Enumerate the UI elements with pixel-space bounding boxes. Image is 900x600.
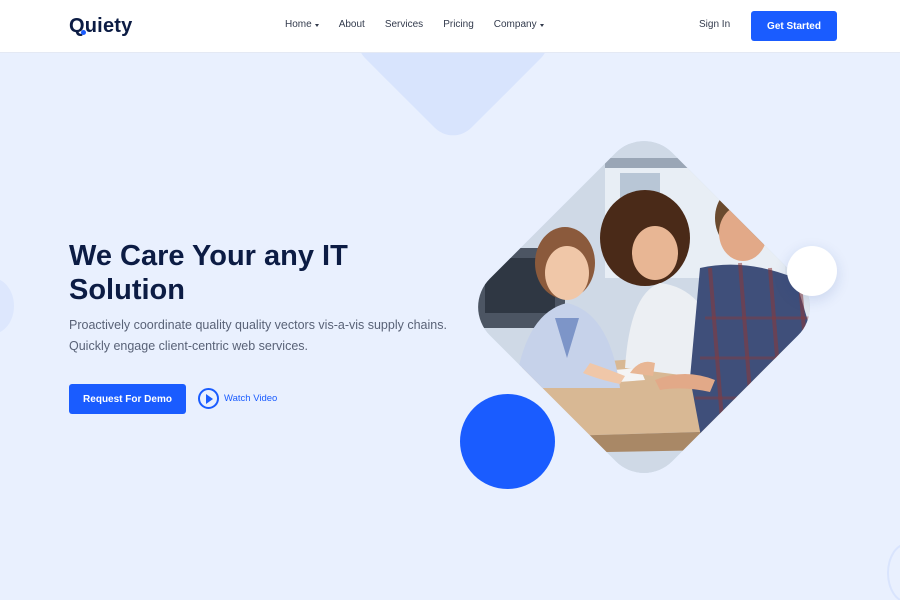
decorative-blue-circle — [460, 394, 555, 489]
brand-logo[interactable]: Quiety — [69, 12, 132, 40]
hero-subtitle: Proactively coordinate quality quality v… — [69, 318, 447, 353]
watch-video-label: Watch Video — [224, 393, 278, 404]
nav-item-about[interactable]: About — [339, 19, 365, 30]
nav-item-services[interactable]: Services — [385, 19, 423, 30]
nav-item-label: Pricing — [443, 19, 474, 30]
decorative-diamond-shape — [346, 53, 560, 147]
nav-item-label: About — [338, 19, 365, 30]
main-nav: Home About Services Pricing Company — [285, 19, 564, 30]
nav-item-label: Services — [384, 19, 424, 30]
decorative-circle-bottom-right — [887, 543, 900, 600]
nav-item-pricing[interactable]: Pricing — [443, 19, 474, 30]
caret-down-icon — [539, 23, 544, 27]
get-started-button[interactable]: Get Started — [751, 11, 837, 41]
sign-in-link[interactable]: Sign In — [699, 19, 730, 30]
request-demo-button[interactable]: Request For Demo — [69, 384, 186, 414]
decorative-white-circle — [787, 246, 837, 296]
caret-down-icon — [314, 23, 319, 27]
nav-item-label: Company — [493, 19, 537, 30]
logo-mark: Q — [69, 14, 86, 37]
play-icon — [198, 388, 219, 409]
site-header: Quiety Home About Services Pricing Compa… — [0, 0, 900, 53]
logo-text: uiety — [84, 14, 133, 37]
nav-item-company[interactable]: Company — [494, 19, 544, 30]
nav-item-home[interactable]: Home — [285, 19, 319, 30]
nav-item-label: Home — [285, 19, 312, 30]
hero-title: We Care Your any IT Solution — [69, 240, 348, 306]
watch-video-link[interactable]: Watch Video — [198, 388, 277, 409]
decorative-circle-left — [0, 278, 14, 334]
hero-section: We Care Your any IT Solution Proactively… — [0, 53, 900, 600]
